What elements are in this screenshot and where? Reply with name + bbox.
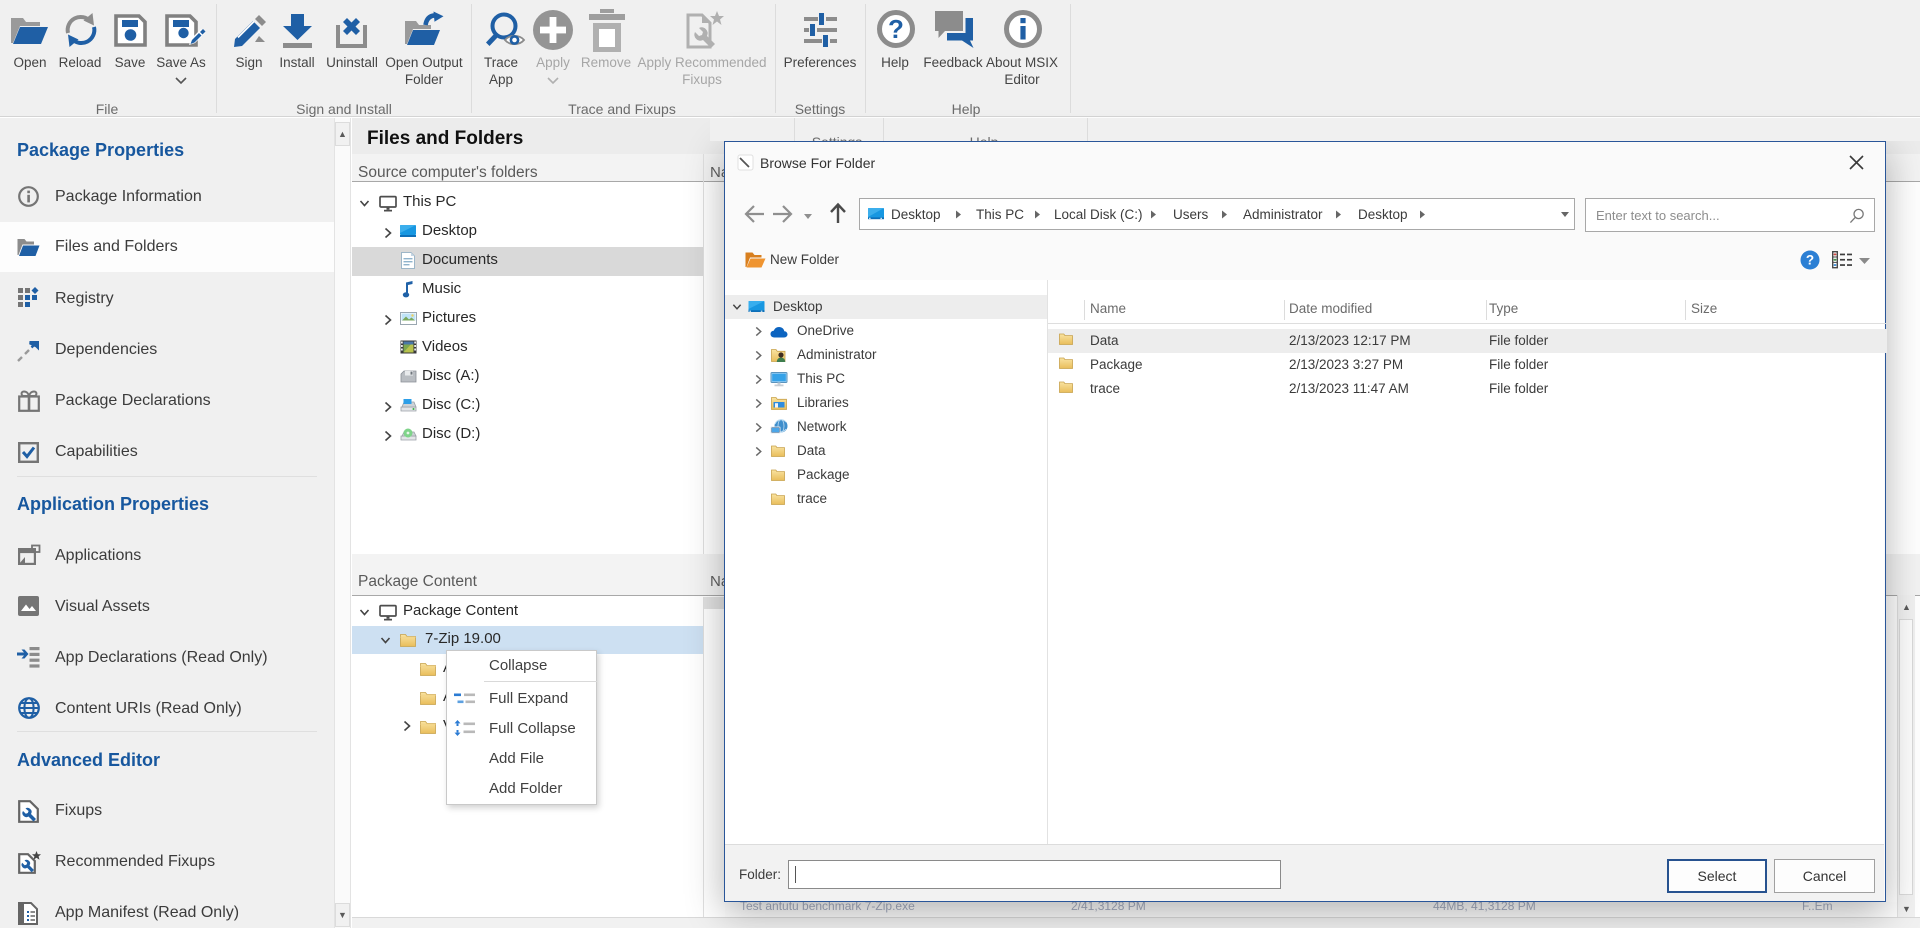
svg-text:?: ? xyxy=(888,14,904,44)
svg-text:?: ? xyxy=(1806,253,1814,268)
